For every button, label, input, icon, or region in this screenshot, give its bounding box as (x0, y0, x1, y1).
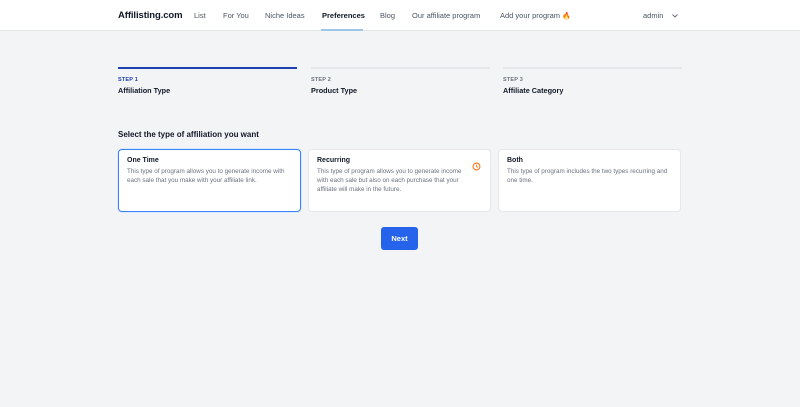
option-title: Both (507, 157, 523, 164)
option-card-one-time[interactable]: One Time This type of program allows you… (118, 149, 301, 212)
chevron-down-icon (671, 13, 678, 20)
active-nav-indicator (321, 29, 363, 31)
option-description: This type of program allows you to gener… (317, 168, 462, 193)
brand-logo[interactable]: Affilisting.com (118, 10, 183, 21)
step-progress-bar (503, 67, 682, 69)
step-progress-bar (311, 67, 490, 69)
nav-item-niche-ideas[interactable]: Niche Ideas (265, 11, 305, 20)
option-description: This type of program allows you to gener… (127, 168, 285, 184)
nav-item-for-you[interactable]: For You (223, 11, 249, 20)
option-title: One Time (127, 157, 159, 164)
nav-item-preferences[interactable]: Preferences (322, 11, 365, 20)
nav-item-add-your-program-label: Add your program (500, 11, 561, 20)
step-number: STEP 2 (311, 77, 332, 83)
recurring-icon (472, 158, 481, 171)
step-progress-bar (118, 67, 297, 69)
step-number: STEP 3 (503, 77, 524, 83)
question-heading: Select the type of affiliation you want (118, 130, 259, 139)
step-1: STEP 1 Affiliation Type (118, 67, 297, 95)
step-name: Affiliate Category (503, 86, 564, 95)
nav-item-blog[interactable]: Blog (380, 11, 395, 20)
user-name: admin (643, 11, 664, 20)
option-description: This type of program includes the two ty… (507, 168, 668, 184)
nav-item-add-your-program[interactable]: Add your program 🔥 (500, 11, 571, 20)
option-title: Recurring (317, 157, 351, 164)
option-card-both[interactable]: Both This type of program includes the t… (498, 149, 681, 212)
step-number: STEP 1 (118, 77, 139, 83)
nav-item-list[interactable]: List (194, 11, 206, 20)
next-button[interactable]: Next (381, 227, 418, 250)
step-name: Product Type (311, 86, 358, 95)
user-menu[interactable]: admin (643, 11, 678, 20)
step-2: STEP 2 Product Type (311, 67, 490, 95)
option-card-recurring[interactable]: Recurring This type of program allows yo… (308, 149, 491, 212)
step-3: STEP 3 Affiliate Category (503, 67, 682, 95)
flame-icon: 🔥 (562, 13, 571, 20)
step-name: Affiliation Type (118, 86, 171, 95)
top-navbar: Affilisting.com List For You Niche Ideas… (0, 0, 800, 31)
nav-item-our-affiliate-program[interactable]: Our affiliate program (412, 11, 480, 20)
